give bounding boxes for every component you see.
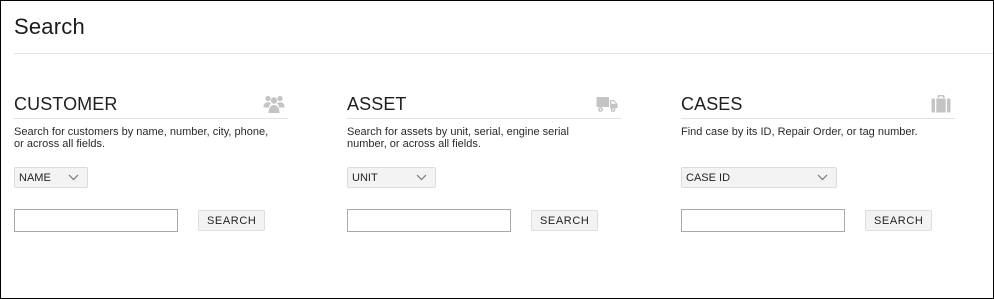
- cases-panel: CASES Find case by its ID, Repair Order,…: [681, 93, 955, 232]
- asset-search-input[interactable]: [347, 209, 511, 232]
- asset-panel-title: ASSET: [347, 94, 407, 114]
- title-divider: [14, 53, 993, 54]
- customer-panel-title: CUSTOMER: [14, 94, 118, 114]
- users-icon: [263, 95, 285, 113]
- cases-panel-title: CASES: [681, 94, 743, 114]
- customer-search-button[interactable]: SEARCH: [198, 210, 266, 231]
- customer-field-select[interactable]: NAME: [14, 167, 88, 188]
- chevron-down-icon: [817, 174, 828, 181]
- asset-panel: ASSET Search for assets by unit, serial,…: [347, 93, 621, 232]
- chevron-down-icon: [416, 174, 427, 181]
- truck-icon: [596, 97, 618, 112]
- page-title: Search: [14, 14, 85, 39]
- cases-field-select[interactable]: CASE ID: [681, 167, 837, 188]
- asset-panel-header: ASSET: [347, 93, 621, 119]
- asset-panel-description: Search for assets by unit, serial, engin…: [347, 126, 569, 150]
- customer-panel-description: Search for customers by name, number, ci…: [14, 126, 269, 150]
- cases-panel-description: Find case by its ID, Repair Order, or ta…: [681, 126, 918, 138]
- briefcase-icon: [931, 95, 951, 113]
- asset-field-select[interactable]: UNIT: [347, 167, 436, 188]
- customer-panel-header: CUSTOMER: [14, 93, 288, 119]
- cases-search-input[interactable]: [681, 209, 845, 232]
- asset-search-button[interactable]: SEARCH: [531, 210, 599, 231]
- asset-select-value: UNIT: [352, 172, 378, 184]
- chevron-down-icon: [68, 174, 79, 181]
- customer-search-input[interactable]: [14, 209, 178, 232]
- customer-panel: CUSTOMER Search for customers by name, n…: [14, 93, 288, 232]
- cases-panel-header: CASES: [681, 93, 955, 119]
- cases-search-button[interactable]: SEARCH: [865, 210, 933, 231]
- customer-select-value: NAME: [19, 172, 51, 184]
- search-page: Search CUSTOMER Search for customers by …: [0, 0, 994, 299]
- cases-select-value: CASE ID: [686, 172, 731, 184]
